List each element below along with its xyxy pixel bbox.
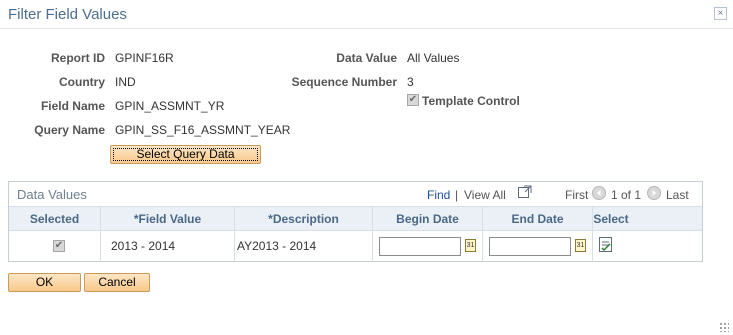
grid-separator: | <box>455 188 459 202</box>
end-date-calendar-icon[interactable]: 31 <box>575 239 586 252</box>
description-cell: AY2013 - 2014 <box>235 231 373 262</box>
sequence-number-label: Sequence Number <box>291 75 397 89</box>
table-row: ✔ 2013 - 2014 AY2013 - 2014 31 31 <box>9 230 702 262</box>
template-control-checkbox[interactable]: ✔ <box>407 94 419 106</box>
field-name-label: Field Name <box>40 99 105 113</box>
select-cell <box>593 231 629 262</box>
dialog-titlebar: Filter Field Values × <box>0 0 733 29</box>
resize-handle-icon[interactable] <box>719 322 729 332</box>
view-all-link[interactable]: View All <box>464 188 506 202</box>
column-header-selected: Selected <box>9 207 101 231</box>
zoom-grid-icon[interactable] <box>518 185 532 201</box>
row-selected-checkbox[interactable]: ✔ <box>53 240 65 252</box>
field-value-cell: 2013 - 2014 <box>101 231 235 262</box>
data-value-value: All Values <box>407 51 460 65</box>
column-header-select: Select <box>593 212 629 226</box>
find-link[interactable]: Find <box>427 188 450 202</box>
cancel-button[interactable]: Cancel <box>84 273 150 292</box>
first-label: First <box>565 188 589 202</box>
data-value-label: Data Value <box>336 51 397 65</box>
begin-date-calendar-icon[interactable]: 31 <box>465 239 476 252</box>
last-label: Last <box>666 188 689 202</box>
field-name-value: GPIN_ASSMNT_YR <box>115 99 225 113</box>
select-row-icon[interactable] <box>599 237 612 252</box>
report-id-value: GPINF16R <box>115 51 174 65</box>
grid-column-headers: Selected *Field Value *Description Begin… <box>9 206 702 231</box>
end-date-cell: 31 <box>483 231 593 262</box>
begin-date-cell: 31 <box>373 231 483 262</box>
ok-button[interactable]: OK <box>8 273 81 292</box>
end-date-input[interactable] <box>489 237 571 256</box>
row-range: 1 of 1 <box>611 188 642 202</box>
close-icon[interactable]: × <box>714 7 727 20</box>
grid-header: Data Values Find | View All First 1 of 1… <box>9 182 702 206</box>
country-label: Country <box>59 75 105 89</box>
column-header-description[interactable]: *Description <box>235 207 373 231</box>
country-value: IND <box>115 75 136 89</box>
data-values-grid: Data Values Find | View All First 1 of 1… <box>8 181 703 262</box>
query-name-value: GPIN_SS_F16_ASSMNT_YEAR <box>115 123 291 137</box>
begin-date-input[interactable] <box>379 237 461 256</box>
template-control-label: Template Control <box>422 94 520 108</box>
column-header-end-date[interactable]: End Date <box>483 207 593 231</box>
sequence-number-value: 3 <box>407 75 414 89</box>
column-header-field-value[interactable]: *Field Value <box>101 207 235 231</box>
column-header-begin-date[interactable]: Begin Date <box>373 207 483 231</box>
previous-arrow-icon <box>592 186 606 203</box>
select-query-data-button[interactable]: Select Query Data <box>110 145 261 164</box>
next-arrow-icon <box>647 186 661 203</box>
selected-cell: ✔ <box>9 231 101 262</box>
grid-title: Data Values <box>17 187 87 202</box>
report-id-label: Report ID <box>51 51 105 65</box>
query-name-label: Query Name <box>34 123 105 137</box>
dialog-title: Filter Field Values <box>8 6 127 23</box>
